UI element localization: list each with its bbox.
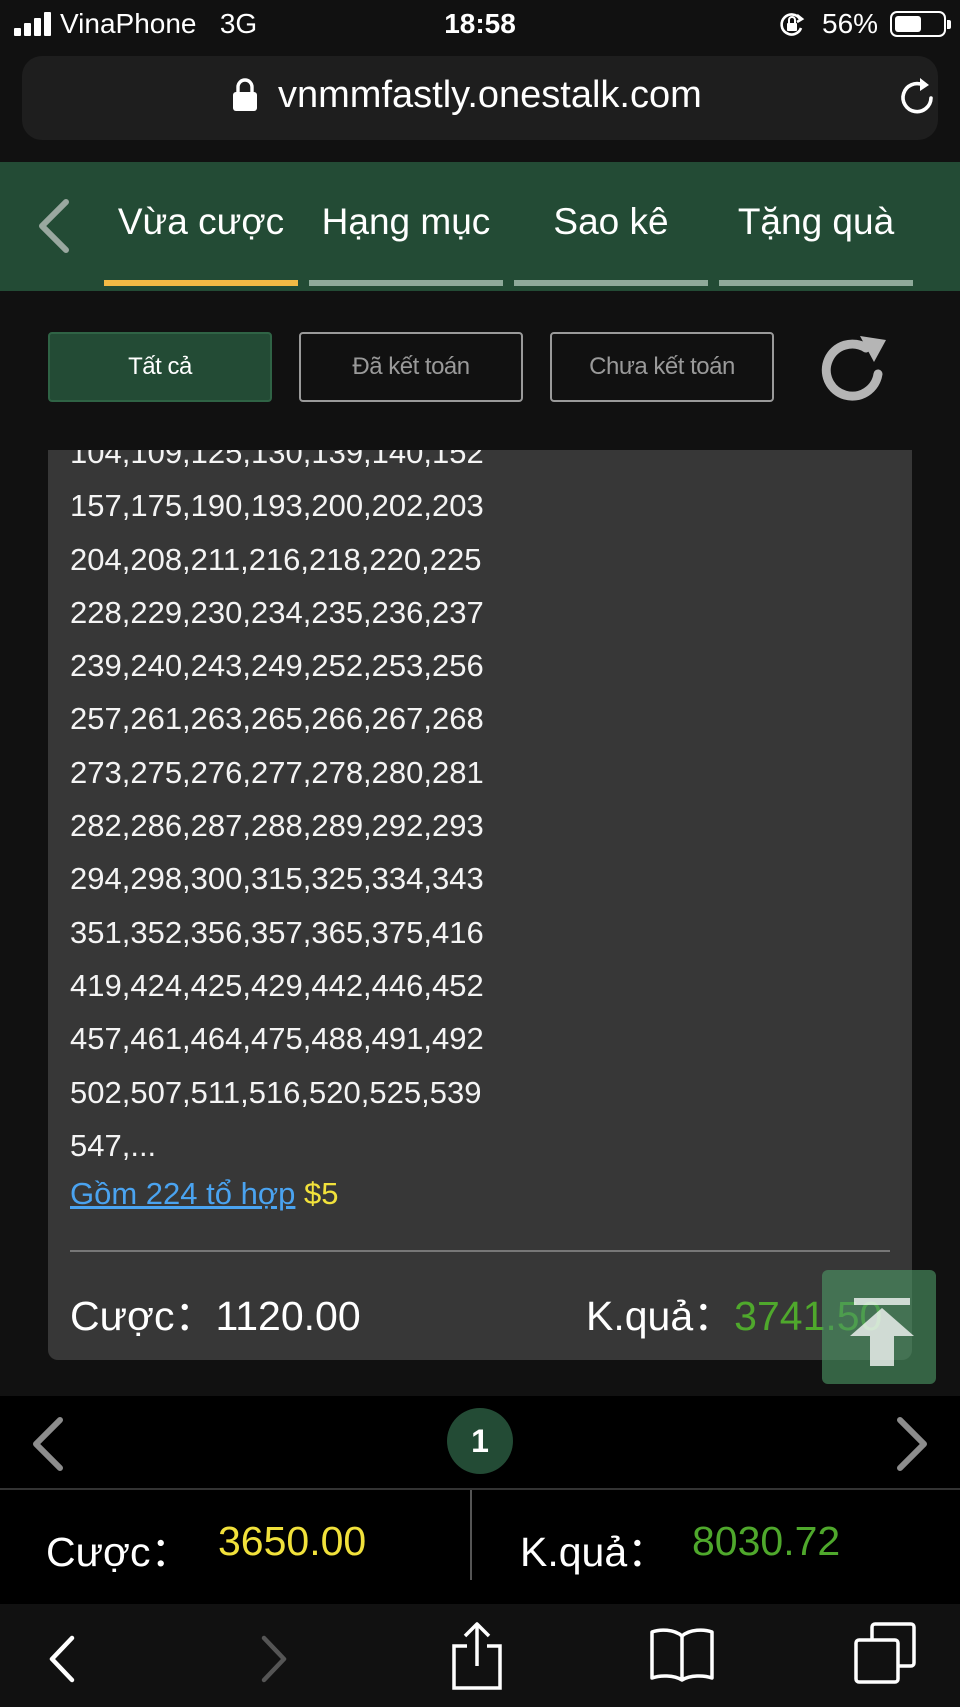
card-divider: [70, 1250, 890, 1252]
totals-divider: [470, 1490, 472, 1580]
prev-page-icon[interactable]: [28, 1416, 68, 1472]
battery-icon: [890, 11, 951, 37]
clock: 18:58: [444, 8, 516, 39]
total-result-label: K.quả：: [520, 1529, 669, 1575]
next-page-icon[interactable]: [892, 1416, 932, 1472]
bet-number-line: 457,461,464,475,488,491,492: [70, 1021, 484, 1057]
orientation-lock-icon: [780, 13, 805, 36]
browser-toolbar: [0, 1604, 960, 1707]
total-bet-label: Cược：: [46, 1529, 192, 1575]
back-chevron-icon[interactable]: [34, 198, 74, 254]
tab-hang-muc[interactable]: Hạng mục: [309, 198, 503, 286]
filter-unsettled[interactable]: Chưa kết toán: [550, 332, 774, 402]
bet-number-line: 502,507,511,516,520,525,539: [70, 1074, 482, 1110]
bet-number-line: 204,208,211,216,218,220,225: [70, 541, 482, 577]
tab-tang-qua[interactable]: Tặng quà: [719, 198, 913, 286]
bet-number-line: 157,175,190,193,200,202,203: [70, 488, 484, 524]
arrow-up-icon: [850, 1298, 914, 1366]
refresh-icon[interactable]: [816, 334, 890, 408]
reload-icon[interactable]: [898, 76, 938, 118]
combo-price: $5: [304, 1176, 339, 1211]
address-bar[interactable]: vnmmfastly.onestalk.com: [22, 56, 938, 140]
bookmarks-icon[interactable]: [648, 1626, 716, 1682]
browser-address-area: vnmmfastly.onestalk.com: [0, 50, 960, 162]
total-bet-value: 3650.00: [218, 1518, 367, 1564]
bet-number-line: 294,298,300,315,325,334,343: [70, 861, 484, 897]
bet-number-line: 419,424,425,429,442,446,452: [70, 967, 484, 1003]
totals-bar: Cược： 3650.00 K.quả： 8030.72: [0, 1488, 960, 1604]
status-bar: VinaPhone 3G 18:58 56%: [0, 0, 960, 50]
lock-icon: [233, 78, 257, 111]
tabs-icon[interactable]: [854, 1622, 916, 1684]
bet-number-line: 228,229,230,234,235,236,237: [70, 594, 484, 630]
scroll-to-top-button[interactable]: [822, 1270, 936, 1384]
url-text: vnmmfastly.onestalk.com: [278, 74, 702, 116]
share-icon[interactable]: [450, 1622, 504, 1692]
main-tabs: Vừa cược Hạng mục Sao kê Tặng quà: [0, 162, 960, 291]
current-page[interactable]: 1: [447, 1408, 513, 1474]
combo-row: Gồm 224 tổ hợp $5: [70, 1176, 339, 1212]
filter-all[interactable]: Tất cả: [48, 332, 272, 402]
bet-number-line: 351,352,356,357,365,375,416: [70, 914, 484, 950]
bet-numbers: 104,109,125,130,139,140,152 157,175,190,1…: [70, 450, 484, 1172]
bet-number-line: 239,240,243,249,252,253,256: [70, 648, 484, 684]
tab-sao-ke[interactable]: Sao kê: [514, 198, 708, 286]
bet-number-line: 282,286,287,288,289,292,293: [70, 808, 484, 844]
tab-vua-cuoc[interactable]: Vừa cược: [104, 198, 298, 286]
card-bet-amount: Cược：1120.00: [70, 1293, 361, 1339]
bet-card: 104,109,125,130,139,140,152 157,175,190,1…: [48, 450, 912, 1360]
back-icon[interactable]: [44, 1634, 84, 1684]
bet-number-line: 273,275,276,277,278,280,281: [70, 754, 484, 790]
bet-number-line: 104,109,125,130,139,140,152: [70, 450, 484, 470]
forward-icon[interactable]: [252, 1634, 292, 1684]
filter-settled[interactable]: Đã kết toán: [299, 332, 523, 402]
battery-percent: 56%: [822, 8, 879, 39]
combo-link[interactable]: Gồm 224 tổ hợp: [70, 1176, 295, 1211]
total-result-value: 8030.72: [692, 1518, 841, 1564]
bet-number-line: 257,261,263,265,266,267,268: [70, 701, 484, 737]
bet-number-line: 547,...: [70, 1127, 157, 1163]
pager: 1: [0, 1396, 960, 1488]
